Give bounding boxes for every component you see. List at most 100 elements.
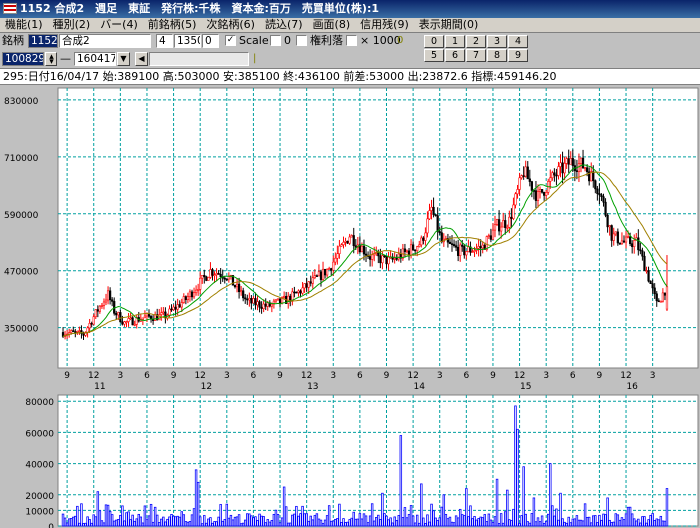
volume-bar xyxy=(424,523,427,527)
volume-bar xyxy=(458,508,462,527)
volume-bar xyxy=(356,518,360,527)
volume-bar xyxy=(86,516,89,527)
volume-bar xyxy=(508,519,511,527)
candle-body xyxy=(301,287,304,294)
volume-bar xyxy=(309,515,312,527)
volume-bar xyxy=(528,522,532,527)
volume-bar xyxy=(67,518,71,527)
candle-body xyxy=(172,306,175,311)
candle-body xyxy=(111,299,114,302)
volume-bar xyxy=(573,518,577,527)
candle-body xyxy=(311,277,314,284)
candle-body xyxy=(616,231,619,244)
volume-bar xyxy=(585,516,589,527)
volume-bar xyxy=(592,515,595,527)
candle-body xyxy=(545,192,548,196)
candle-body xyxy=(223,277,226,280)
volume-bar xyxy=(207,518,210,527)
candle-body xyxy=(516,189,519,195)
month-axis-label: 12 xyxy=(620,371,631,381)
volume-bar xyxy=(317,518,321,527)
price-pane xyxy=(57,87,699,369)
candle-body xyxy=(643,255,646,271)
volume-bar xyxy=(162,516,165,527)
candle-body xyxy=(465,251,468,256)
candle-body xyxy=(201,275,204,279)
candle-body xyxy=(297,290,300,293)
candle-body xyxy=(500,226,503,232)
candle-body xyxy=(199,277,202,290)
candle-body xyxy=(326,269,329,276)
volume-bar xyxy=(565,522,568,527)
volume-bar xyxy=(436,519,439,527)
candle-body xyxy=(411,244,415,251)
candle-body xyxy=(414,249,417,252)
volume-bar xyxy=(456,517,460,527)
volume-bar xyxy=(100,520,104,527)
candle-body xyxy=(96,309,99,312)
volume-bar xyxy=(106,504,110,527)
candle-body xyxy=(571,158,574,166)
candle-body xyxy=(82,333,85,336)
candle-body xyxy=(487,235,490,238)
volume-bar xyxy=(332,520,335,527)
volume-bar xyxy=(428,521,431,527)
candle-body xyxy=(567,158,570,165)
volume-bar xyxy=(239,523,243,527)
volume-bar xyxy=(657,519,661,527)
candle-body xyxy=(299,290,302,294)
candle-body xyxy=(581,157,585,169)
candle-body xyxy=(592,171,595,182)
candle-body xyxy=(237,283,241,293)
month-axis-label: 3 xyxy=(330,371,336,381)
volume-bar xyxy=(372,520,376,527)
candle-body xyxy=(661,292,665,302)
candle-body xyxy=(555,174,558,177)
volume-bar xyxy=(72,516,75,527)
volume-bar xyxy=(131,514,134,527)
volume-bar xyxy=(348,519,351,527)
candle-body xyxy=(659,300,662,303)
volume-bar xyxy=(264,522,267,527)
volume-bar xyxy=(90,522,93,527)
volume-bar xyxy=(172,515,175,527)
candle-body xyxy=(637,237,640,251)
volume-bar xyxy=(465,488,468,527)
month-axis-label: 6 xyxy=(251,371,257,381)
volume-bar xyxy=(665,488,669,527)
volume-bar xyxy=(262,516,265,527)
candle-body xyxy=(610,225,613,241)
volume-bar xyxy=(139,516,143,527)
candle-body xyxy=(608,225,611,228)
volume-bar xyxy=(524,513,527,527)
candle-body xyxy=(385,255,388,265)
volume-bar xyxy=(334,518,337,527)
candle-body xyxy=(321,268,325,280)
month-axis-label: 6 xyxy=(463,371,469,381)
volume-bar xyxy=(643,516,646,527)
volume-bar xyxy=(319,519,323,527)
volume-bar xyxy=(211,522,214,527)
volume-bar xyxy=(205,522,208,527)
candle-body xyxy=(524,166,527,177)
candle-body xyxy=(522,175,525,177)
volume-bar xyxy=(254,516,257,527)
candle-body xyxy=(104,299,108,303)
volume-bar xyxy=(637,518,640,527)
candle-body xyxy=(481,244,484,249)
volume-bar xyxy=(538,521,542,527)
volume-bar xyxy=(209,517,212,527)
volume-bar xyxy=(375,517,378,527)
volume-bar xyxy=(311,519,315,527)
volume-bar xyxy=(168,516,171,527)
candle-body xyxy=(334,257,337,263)
candle-body xyxy=(405,250,409,253)
candle-body xyxy=(106,290,110,301)
volume-bar xyxy=(248,513,251,527)
volume-bar xyxy=(252,517,255,527)
volume-bar xyxy=(153,506,157,527)
volume-bar xyxy=(547,513,550,527)
month-axis-label: 12 xyxy=(514,371,525,381)
volume-bar xyxy=(569,522,572,527)
volume-bar xyxy=(74,515,77,527)
